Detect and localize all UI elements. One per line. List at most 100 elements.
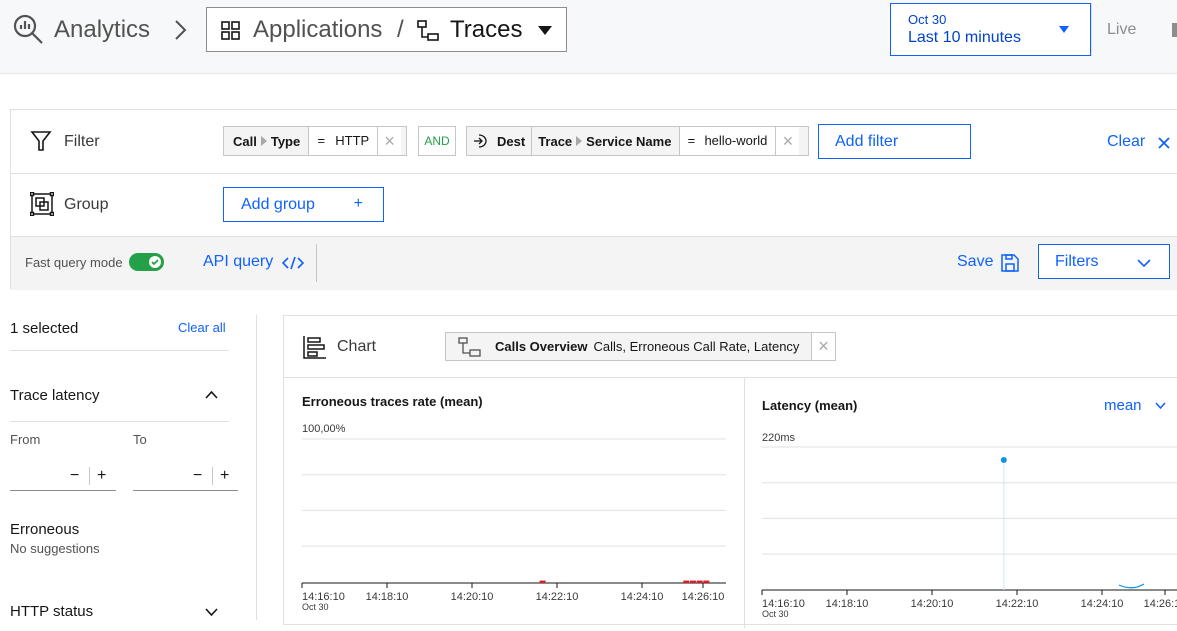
- traces-label: Traces: [450, 16, 523, 43]
- close-icon[interactable]: [1158, 137, 1170, 149]
- divider: [10, 421, 229, 422]
- latency-chart: 14:16:10 14:18:10 14:20:10 14:22:10 14:24:10…: [761, 446, 1177, 619]
- filter-pill-call-type[interactable]: Call Type = HTTP ×: [223, 126, 407, 156]
- code-icon[interactable]: [282, 256, 304, 270]
- filters-dropdown-label: Filters: [1055, 253, 1099, 270]
- close-icon[interactable]: ×: [811, 333, 835, 360]
- group-icon: [30, 192, 54, 216]
- traces-icon: [417, 20, 439, 42]
- from-stepper[interactable]: − +: [10, 465, 116, 491]
- chart-pill-metrics: Calls, Erroneous Call Rate, Latency: [593, 339, 800, 354]
- pill-field: Service Name: [586, 133, 672, 149]
- chart-pill-title: Calls Overview: [495, 339, 588, 354]
- live-button[interactable]: Live: [1107, 21, 1136, 39]
- and-operator[interactable]: AND: [418, 126, 456, 156]
- caret-down-icon: [1059, 26, 1069, 33]
- filters-dropdown[interactable]: Filters: [1038, 244, 1170, 279]
- chevron-up-icon[interactable]: [205, 391, 218, 399]
- time-range: Last 10 minutes: [908, 29, 1021, 46]
- error-bar: [703, 580, 710, 583]
- group-label: Group: [64, 196, 109, 213]
- fast-query-label: Fast query mode: [25, 255, 123, 270]
- x-tick-label: 14:26:10: [682, 591, 725, 603]
- api-query-button[interactable]: API query: [203, 253, 273, 271]
- add-filter-button[interactable]: Add filter: [818, 124, 971, 159]
- breadcrumb-analytics[interactable]: Analytics: [54, 16, 150, 44]
- divider: [531, 127, 533, 155]
- x-date-label: Oct 30: [302, 602, 329, 612]
- time-date: Oct 30: [908, 12, 947, 27]
- add-group-button[interactable]: Add group +: [223, 187, 384, 222]
- plus-icon: +: [353, 195, 363, 212]
- chart-panel: Chart Calls Overview Calls, Erroneous Ca…: [283, 315, 1177, 628]
- latency-point: [1000, 457, 1007, 463]
- x-tick-label: 14:24:10: [1081, 598, 1124, 610]
- toggle-check-icon: [149, 256, 161, 268]
- decrement-button[interactable]: −: [70, 467, 79, 485]
- decrement-button[interactable]: −: [193, 467, 202, 485]
- pill-operator: =: [309, 127, 334, 155]
- breadcrumb-separator: /: [397, 16, 404, 43]
- add-group-label: Add group: [241, 196, 315, 213]
- pill-field: Type: [270, 133, 301, 149]
- query-builder-panel: Filter Call Type = HTTP × AND Dest Trace…: [10, 109, 1177, 290]
- erroneous-heading: Erroneous: [10, 521, 80, 538]
- close-icon[interactable]: ×: [775, 127, 800, 155]
- calls-overview-icon: [458, 336, 482, 357]
- applications-label: Applications: [253, 16, 383, 43]
- pill-field: Dest: [497, 133, 526, 149]
- error-bar: [696, 580, 703, 583]
- to-stepper[interactable]: − +: [133, 465, 238, 491]
- aggregation-dropdown[interactable]: mean: [1104, 397, 1142, 414]
- divider: [11, 173, 1177, 174]
- chevron-down-icon: [1137, 259, 1151, 267]
- http-status-heading[interactable]: HTTP status: [10, 603, 93, 620]
- save-button[interactable]: Save: [957, 253, 993, 271]
- increment-button[interactable]: +: [97, 467, 106, 485]
- top-bar: Analytics Applications / Traces Oct 30 L…: [0, 0, 1177, 74]
- increment-button[interactable]: +: [220, 467, 229, 485]
- erroneous-rate-chart: 14:16:10 14:18:10 14:20:10 14:22:10 14:24:10…: [301, 438, 726, 612]
- clear-filters-button[interactable]: Clear: [1107, 133, 1145, 151]
- chevron-down-icon[interactable]: [1155, 402, 1166, 409]
- error-bar: [683, 580, 690, 583]
- pill-field: Trace: [538, 133, 573, 149]
- fast-query-toggle[interactable]: [129, 253, 164, 271]
- chevron-right-icon: [172, 18, 188, 42]
- chart-title: Erroneous traces rate (mean): [302, 394, 483, 409]
- arrow-in-icon: [473, 134, 489, 148]
- x-tick-label: 14:20:10: [911, 598, 954, 610]
- chevron-down-icon[interactable]: [205, 608, 218, 616]
- query-options-bar: Fast query mode API query Save Filters: [11, 237, 1177, 290]
- divider: [212, 467, 213, 485]
- divider: [256, 315, 257, 620]
- x-tick-label: 14:24:10: [621, 591, 664, 603]
- clear-all-button[interactable]: Clear all: [178, 320, 226, 335]
- divider: [1091, 3, 1092, 56]
- applications-icon: [221, 21, 241, 41]
- pill-value: HTTP: [333, 127, 378, 155]
- analytics-icon: [11, 12, 45, 46]
- filter-icon: [30, 130, 52, 152]
- trace-latency-heading[interactable]: Trace latency: [10, 387, 99, 404]
- play-icon[interactable]: [1172, 23, 1177, 37]
- pill-value: hello-world: [702, 127, 776, 155]
- divider: [284, 377, 1177, 378]
- save-icon[interactable]: [1001, 254, 1019, 272]
- caret-down-icon: [538, 26, 552, 35]
- chart-label: Chart: [337, 338, 377, 355]
- divider: [316, 244, 317, 282]
- close-icon[interactable]: ×: [377, 127, 402, 155]
- filter-pill-service-name[interactable]: Dest Trace Service Name = hello-world ×: [466, 126, 809, 156]
- chart-selector-pill[interactable]: Calls Overview Calls, Erroneous Call Rat…: [445, 332, 836, 361]
- pill-operator: =: [680, 127, 703, 155]
- time-range-picker[interactable]: Oct 30 Last 10 minutes: [890, 3, 1091, 56]
- error-bar: [539, 580, 546, 583]
- filter-label: Filter: [64, 133, 100, 150]
- x-tick-label: 14:22:10: [996, 598, 1039, 610]
- view-selector-dropdown[interactable]: Applications / Traces: [206, 7, 567, 52]
- x-date-label: Oct 30: [762, 609, 789, 619]
- divider: [89, 467, 90, 485]
- caret-right-icon: [576, 136, 583, 146]
- from-label: From: [10, 432, 41, 447]
